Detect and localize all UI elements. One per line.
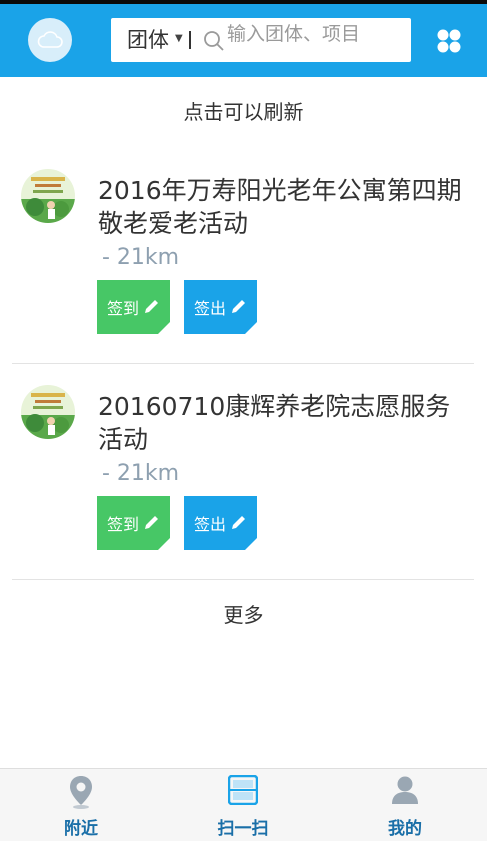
pencil-icon bbox=[232, 300, 246, 313]
tab-nearby[interactable]: 附近 bbox=[0, 769, 162, 841]
event-title[interactable]: 2016年万寿阳光老年公寓第四期敬老爱老活动 bbox=[98, 174, 470, 240]
tab-scan-label: 扫一扫 bbox=[217, 819, 269, 839]
grid-menu-icon[interactable] bbox=[436, 28, 462, 54]
bottom-tab-bar: 附近 扫一扫 我的 bbox=[0, 768, 487, 841]
scan-icon bbox=[228, 775, 258, 805]
text-cursor bbox=[189, 31, 191, 49]
fold-corner bbox=[245, 322, 257, 334]
checkin-button[interactable]: 签到 bbox=[97, 280, 170, 334]
checkout-button[interactable]: 签出 bbox=[184, 496, 257, 550]
checkin-label: 签到 bbox=[107, 515, 140, 534]
event-avatar bbox=[21, 385, 75, 439]
pencil-icon bbox=[145, 300, 159, 313]
load-more-link[interactable]: 更多 bbox=[0, 599, 487, 628]
checkout-label: 签出 bbox=[194, 299, 227, 318]
search-icon bbox=[204, 31, 224, 51]
pencil-icon bbox=[232, 516, 246, 529]
top-bar: 团体 ▼ 输入团体、项目 bbox=[0, 4, 487, 77]
cloud-logo-icon[interactable] bbox=[28, 18, 72, 62]
checkout-button[interactable]: 签出 bbox=[184, 280, 257, 334]
event-avatar bbox=[21, 169, 75, 223]
fold-corner bbox=[158, 538, 170, 550]
location-pin-icon bbox=[70, 776, 92, 809]
event-distance: - 21km bbox=[102, 245, 180, 270]
search-input[interactable]: 输入团体、项目 bbox=[227, 23, 360, 45]
tab-nearby-label: 附近 bbox=[64, 819, 98, 839]
tab-mine[interactable]: 我的 bbox=[324, 769, 486, 841]
event-distance: - 21km bbox=[102, 461, 180, 486]
checkin-button[interactable]: 签到 bbox=[97, 496, 170, 550]
user-icon bbox=[392, 776, 418, 804]
divider bbox=[12, 363, 474, 364]
divider bbox=[12, 579, 474, 580]
tab-scan[interactable]: 扫一扫 bbox=[162, 769, 324, 841]
pencil-icon bbox=[145, 516, 159, 529]
checkout-label: 签出 bbox=[194, 515, 227, 534]
search-scope-selector[interactable]: 团体 bbox=[127, 28, 169, 52]
fold-corner bbox=[158, 322, 170, 334]
fold-corner bbox=[245, 538, 257, 550]
checkin-label: 签到 bbox=[107, 299, 140, 318]
event-title[interactable]: 20160710康辉养老院志愿服务活动 bbox=[98, 390, 470, 456]
search-box[interactable]: 团体 ▼ 输入团体、项目 bbox=[111, 18, 411, 62]
refresh-link[interactable]: 点击可以刷新 bbox=[0, 96, 487, 125]
chevron-down-icon[interactable]: ▼ bbox=[175, 31, 183, 47]
tab-mine-label: 我的 bbox=[388, 819, 422, 839]
